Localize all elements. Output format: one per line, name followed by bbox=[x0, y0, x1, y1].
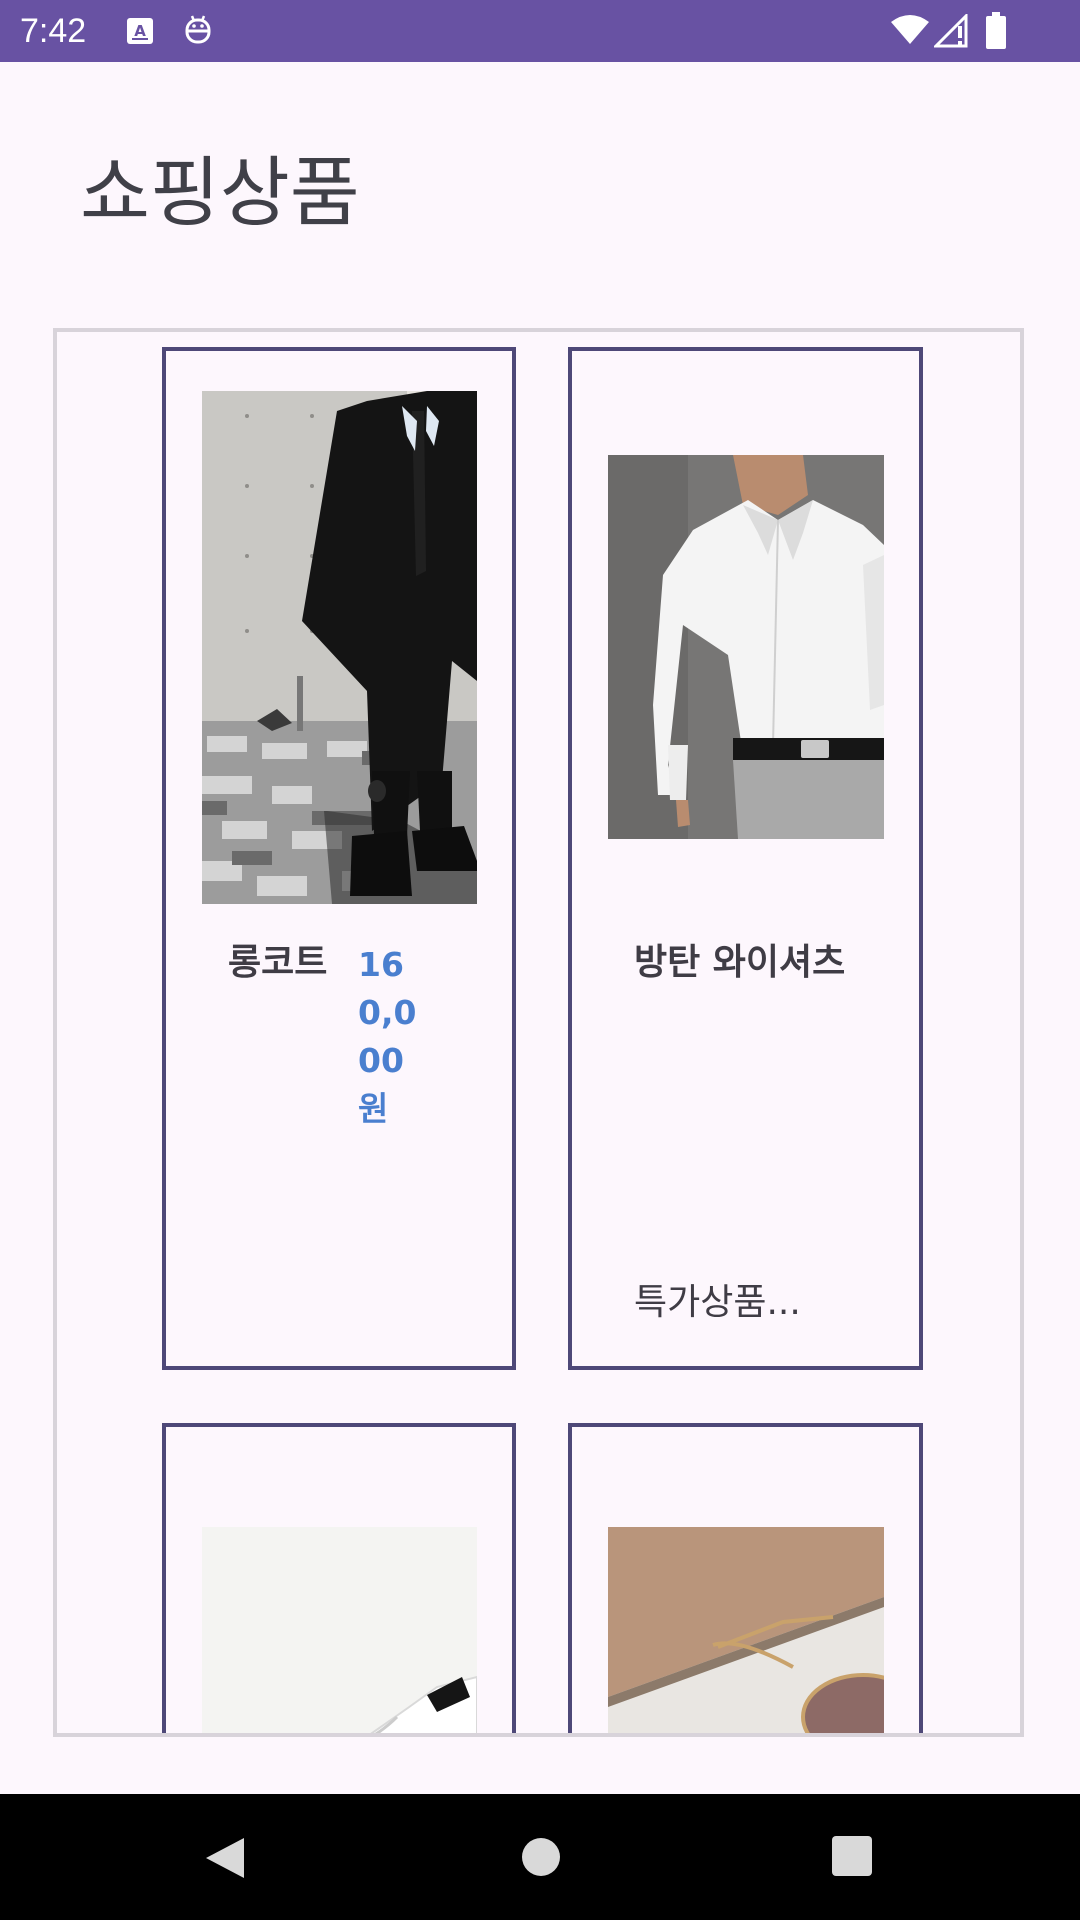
white-shirt-photo bbox=[608, 455, 884, 839]
signal-icon bbox=[934, 14, 968, 48]
svg-text:A: A bbox=[134, 22, 146, 40]
text-a-icon: A bbox=[127, 18, 153, 44]
status-bar: 7:42 A bbox=[0, 0, 1080, 62]
wifi-icon bbox=[891, 15, 929, 44]
back-icon[interactable] bbox=[200, 1834, 248, 1882]
battery-icon bbox=[986, 12, 1006, 49]
product-card[interactable] bbox=[162, 1423, 516, 1733]
status-time: 7:42 bbox=[20, 12, 87, 50]
product-name: 롱코트 bbox=[228, 942, 328, 983]
sunglasses-photo bbox=[608, 1527, 884, 1733]
product-price: 160,000원 bbox=[358, 945, 417, 1128]
sneakers-photo bbox=[202, 1527, 477, 1733]
long-coat-photo bbox=[202, 391, 477, 904]
product-grid[interactable]: 롱코트 160,000원 방탄 와이셔츠 특가상품... bbox=[53, 328, 1024, 1737]
product-card[interactable]: 방탄 와이셔츠 특가상품... bbox=[568, 347, 923, 1370]
product-card[interactable]: 롱코트 160,000원 bbox=[162, 347, 516, 1370]
page-title: 쇼핑상품 bbox=[80, 148, 360, 237]
product-name: 방탄 와이셔츠 bbox=[634, 942, 846, 983]
recents-icon[interactable] bbox=[830, 1834, 874, 1878]
product-note: 특가상품... bbox=[634, 1282, 801, 1323]
robot-icon bbox=[185, 15, 211, 44]
home-icon[interactable] bbox=[518, 1834, 564, 1880]
navigation-bar bbox=[0, 1794, 1080, 1920]
product-card[interactable] bbox=[568, 1423, 923, 1733]
